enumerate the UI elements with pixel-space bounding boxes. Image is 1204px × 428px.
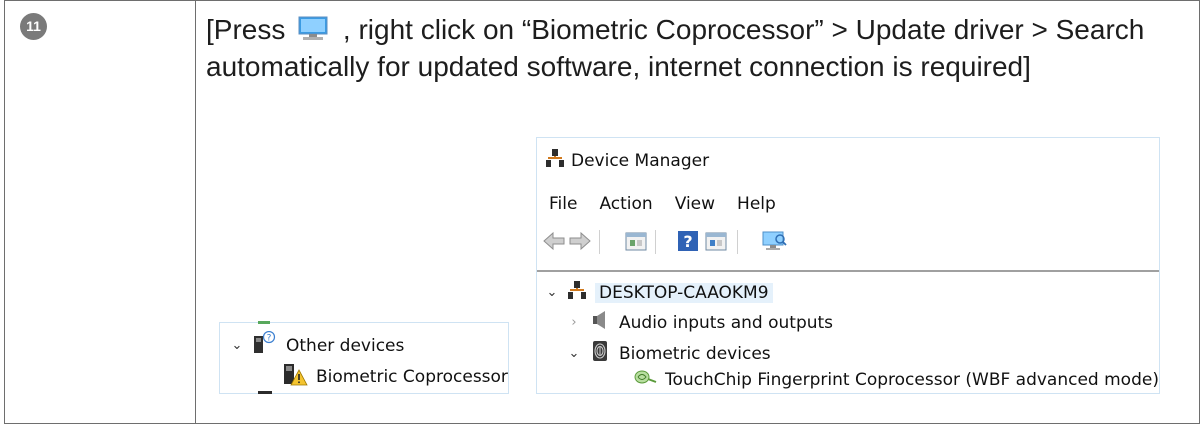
biometric-coprocessor-label: Biometric Coprocessor — [316, 366, 508, 387]
unknown-device-icon: ? — [252, 330, 276, 360]
window-titlebar: Device Manager — [545, 148, 709, 173]
help-icon[interactable]: ? — [677, 230, 699, 254]
biometric-label: Biometric devices — [619, 343, 771, 364]
computer-name-label: DESKTOP-CAAOKM9 — [595, 282, 773, 303]
tree-item-other-devices[interactable]: ⌄ ? Other devices — [230, 330, 405, 360]
properties-icon[interactable] — [625, 230, 647, 254]
menu-file[interactable]: File — [549, 194, 577, 214]
menu-view[interactable]: View — [675, 194, 715, 214]
forward-arrow-icon[interactable] — [569, 230, 591, 254]
svg-text:?: ? — [683, 232, 692, 251]
other-devices-label: Other devices — [286, 335, 405, 356]
computer-network-icon — [567, 280, 587, 305]
chevron-down-icon[interactable]: ⌄ — [545, 285, 559, 300]
back-arrow-icon[interactable] — [543, 230, 565, 254]
other-devices-panel: ⌄ ? Other devices Biometric Coprocessor — [219, 321, 509, 394]
tree-item-audio[interactable]: › Audio inputs and outputs — [567, 310, 833, 335]
warning-device-icon — [282, 361, 308, 392]
clipped-item-above — [258, 321, 270, 324]
toolbar-separator — [599, 230, 600, 254]
device-manager-icon — [545, 148, 565, 173]
scan-hardware-icon[interactable] — [761, 230, 787, 254]
chevron-down-icon[interactable]: ⌄ — [230, 338, 244, 353]
column-divider — [195, 1, 196, 423]
clipped-item-below — [258, 391, 272, 394]
menu-bar: File Action View Help — [549, 194, 798, 214]
svg-text:?: ? — [267, 334, 272, 344]
tree-item-touchchip[interactable]: TouchChip Fingerprint Coprocessor (WBF a… — [633, 368, 1159, 391]
chevron-down-icon[interactable]: ⌄ — [567, 346, 581, 361]
chevron-right-icon[interactable]: › — [567, 315, 581, 330]
tree-item-biometric-coprocessor[interactable]: Biometric Coprocessor — [282, 361, 508, 392]
tree-item-biometric[interactable]: ⌄ Biometric devices — [567, 340, 771, 367]
toolbar-divider — [537, 270, 1159, 272]
update-driver-icon[interactable] — [705, 230, 727, 254]
window-title: Device Manager — [571, 150, 710, 171]
menu-action[interactable]: Action — [599, 194, 652, 214]
fingerprint-sensor-icon — [633, 368, 657, 391]
instruction-part1: [Press — [206, 14, 294, 45]
device-manager-window: Device Manager File Action View Help ? ⌄… — [536, 137, 1160, 394]
audio-label: Audio inputs and outputs — [619, 312, 834, 333]
toolbar-separator — [655, 230, 656, 254]
instruction-part2: , right click on “Biometric Coprocessor”… — [206, 14, 1145, 82]
menu-help[interactable]: Help — [737, 194, 776, 214]
tree-item-computer[interactable]: ⌄ DESKTOP-CAAOKM9 — [545, 280, 773, 305]
instruction-text: [Press , right click on “Biometric Copro… — [206, 12, 1166, 84]
touchchip-label: TouchChip Fingerprint Coprocessor (WBF a… — [665, 369, 1159, 390]
fingerprint-device-icon — [591, 340, 609, 367]
step-number-badge: 11 — [20, 13, 47, 40]
toolbar-separator — [737, 230, 738, 254]
speaker-icon — [591, 310, 609, 335]
computer-monitor-icon — [297, 14, 329, 49]
